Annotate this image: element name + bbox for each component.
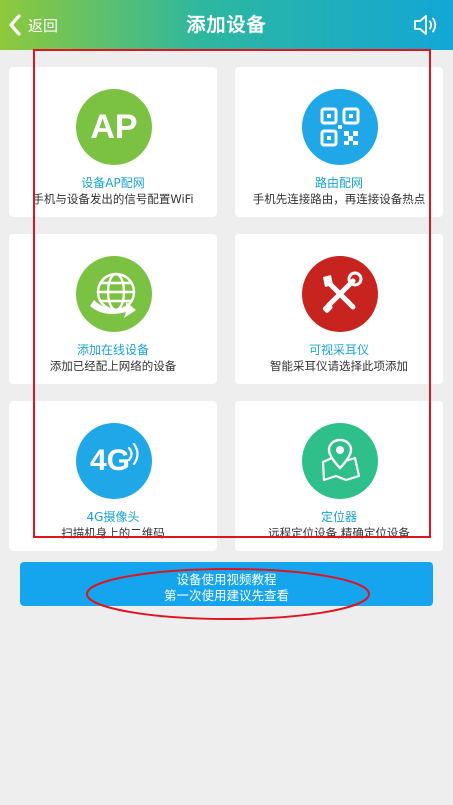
4g-icon: 4G: [76, 423, 152, 499]
card-name: 4G摄像头: [86, 510, 140, 524]
ap-icon: AP: [76, 89, 152, 165]
card-name: 添加在线设备: [76, 343, 149, 357]
card-ap-network[interactable]: AP 设备AP配网 手机与设备发出的信号配置WiFi: [9, 67, 217, 217]
map-pin-icon: [302, 423, 378, 499]
video-tutorial-button[interactable]: 设备使用视频教程 第一次使用建议先查看: [20, 562, 433, 606]
globe-icon: [76, 256, 152, 332]
card-desc: 远程定位设备,精确定位设备: [268, 526, 410, 540]
card-desc: 手机与设备发出的信号配置WiFi: [32, 192, 194, 206]
header-bar: 返回 添加设备: [0, 0, 453, 50]
card-desc: 扫描机身上的二维码: [61, 526, 165, 540]
card-4g-camera[interactable]: 4G 4G摄像头 扫描机身上的二维码: [9, 401, 217, 551]
card-router-network[interactable]: 路由配网 手机先连接路由，再连接设备热点: [235, 67, 443, 217]
tutorial-subtitle: 第一次使用建议先查看: [163, 588, 289, 603]
card-name: 可视采耳仪: [308, 343, 369, 357]
card-desc: 添加已经配上网络的设备: [49, 359, 177, 373]
ap-icon-text: AP: [90, 107, 138, 146]
page-title: 添加设备: [186, 14, 267, 36]
card-desc: 手机先连接路由，再连接设备热点: [252, 192, 426, 206]
card-desc: 智能采耳仪请选择此项添加: [270, 359, 408, 373]
card-name: 路由配网: [314, 176, 363, 190]
card-locator[interactable]: 定位器 远程定位设备,精确定位设备: [235, 401, 443, 551]
4g-icon-text: 4G: [89, 444, 131, 477]
speaker-icon[interactable]: [413, 13, 439, 37]
card-add-online-device[interactable]: 添加在线设备 添加已经配上网络的设备: [9, 234, 217, 384]
card-name: 设备AP配网: [81, 176, 145, 190]
card-visual-ear-device[interactable]: 可视采耳仪 智能采耳仪请选择此项添加: [235, 234, 443, 384]
tools-icon: [302, 256, 378, 332]
qr-code-icon: [302, 89, 378, 165]
card-name: 定位器: [320, 510, 357, 524]
